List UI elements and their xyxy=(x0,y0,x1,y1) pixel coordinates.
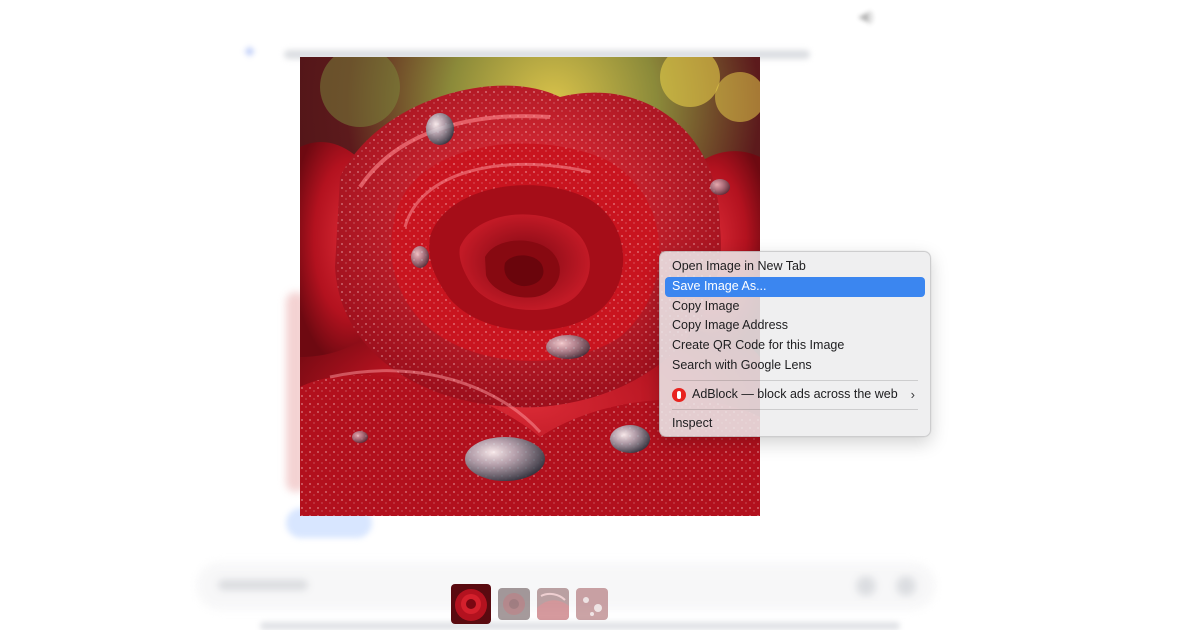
menu-item-inspect[interactable]: Inspect xyxy=(665,414,925,434)
blurred-mic-button xyxy=(896,576,916,596)
blurred-input-placeholder xyxy=(218,580,308,590)
blurred-input-button xyxy=(856,576,876,596)
context-menu: Open Image in New Tab Save Image As... C… xyxy=(659,251,931,437)
menu-item-save-image-as[interactable]: Save Image As... xyxy=(665,276,925,297)
menu-separator xyxy=(672,379,918,381)
thumbnail-strip xyxy=(451,584,608,624)
rose-thumbnail-icon xyxy=(576,588,608,620)
thumbnail-4[interactable] xyxy=(576,588,608,620)
menu-separator xyxy=(672,408,918,410)
thumbnail-1[interactable] xyxy=(451,584,491,624)
thumbnail-2[interactable] xyxy=(498,588,530,620)
menu-item-copy-image-address[interactable]: Copy Image Address xyxy=(665,316,925,336)
rose-thumbnail-icon xyxy=(451,584,491,624)
menu-item-copy-image[interactable]: Copy Image xyxy=(665,297,925,317)
menu-item-open-image-new-tab[interactable]: Open Image in New Tab xyxy=(665,257,925,277)
menu-item-search-google-lens[interactable]: Search with Google Lens xyxy=(665,356,925,376)
rose-thumbnail-icon xyxy=(498,588,530,620)
menu-item-adblock-label: AdBlock — block ads across the web xyxy=(692,386,898,401)
menu-item-adblock[interactable]: AdBlock — block ads across the web › xyxy=(665,385,925,405)
page: ✦ ◀) Open Image in New Tab Save Image As… xyxy=(0,0,1200,630)
menu-item-create-qr-code[interactable]: Create QR Code for this Image xyxy=(665,336,925,356)
thumbnail-3[interactable] xyxy=(537,588,569,620)
sparkle-icon: ✦ xyxy=(242,42,258,62)
rose-thumbnail-icon xyxy=(537,588,569,620)
chevron-right-icon: › xyxy=(910,386,915,402)
adblock-icon xyxy=(672,387,686,402)
speaker-icon: ◀) xyxy=(858,8,874,24)
